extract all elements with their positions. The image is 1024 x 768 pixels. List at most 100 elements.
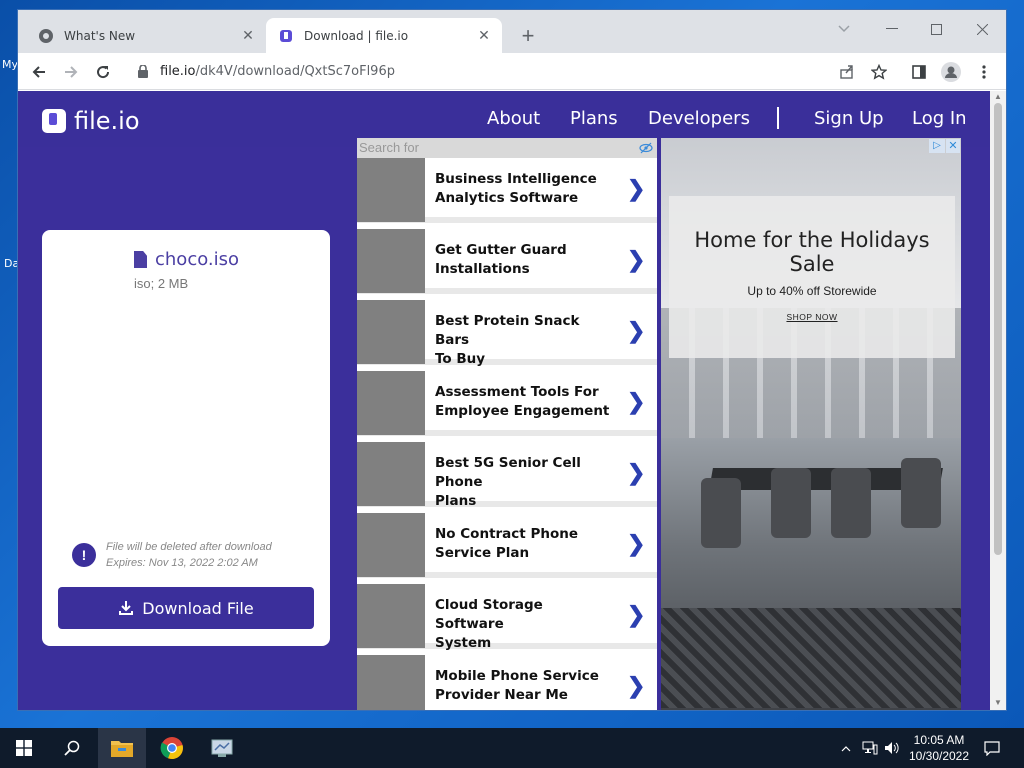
ad-link[interactable]: Assessment Tools For Employee Engagement … (357, 371, 657, 436)
tab-strip: What's New ✕ Download | file.io ✕ + (18, 10, 1006, 53)
fileio-icon (278, 28, 294, 44)
start-button[interactable] (0, 728, 48, 768)
tab-download-fileio[interactable]: Download | file.io ✕ (266, 18, 502, 53)
show-hidden-icons-chevron-icon[interactable] (838, 741, 854, 755)
forward-button[interactable] (58, 59, 84, 85)
file-card: choco.iso iso; 2 MB ! File will be delet… (42, 230, 330, 646)
back-button[interactable] (26, 59, 52, 85)
file-name: choco.iso (134, 249, 239, 270)
close-window-button[interactable] (964, 16, 1000, 42)
ad-link[interactable]: Business Intelligence Analytics Software … (357, 158, 657, 223)
ad-chair (701, 478, 741, 548)
ad-link[interactable]: Mobile Phone Service Provider Near Me ❯ (357, 655, 657, 710)
logo-text: file.io (74, 107, 140, 135)
volume-icon[interactable] (882, 741, 902, 755)
chrome-icon (38, 28, 54, 44)
taskbar-clock[interactable]: 10:05 AM 10/30/2022 (900, 732, 978, 764)
nav-about[interactable]: About (487, 108, 540, 129)
chevron-right-icon: ❯ (627, 389, 646, 414)
desktop-icon-label[interactable]: Da (4, 257, 19, 270)
ad-choices-icon[interactable]: ▷ (929, 139, 945, 153)
ad-thumbnail (357, 229, 425, 293)
chevron-right-icon: ❯ (627, 176, 646, 201)
scrollbar-thumb[interactable] (994, 103, 1002, 555)
ad-link[interactable]: Best 5G Senior Cell Phone Plans ❯ (357, 442, 657, 509)
download-file-button[interactable]: Download File (58, 587, 314, 629)
nav-developers[interactable]: Developers (648, 108, 750, 129)
system-tray (838, 728, 902, 768)
search-button[interactable] (48, 728, 96, 768)
browser-window: What's New ✕ Download | file.io ✕ + file… (18, 10, 1006, 710)
tab-search-icon[interactable] (826, 16, 862, 42)
document-icon (134, 251, 147, 268)
ad-link[interactable]: Cloud Storage Software System ❯ (357, 584, 657, 651)
notification-icon (984, 741, 1000, 756)
file-meta: iso; 2 MB (134, 276, 189, 291)
app-taskbar-button[interactable] (198, 728, 246, 768)
maximize-button[interactable] (918, 16, 954, 42)
ad-headline: Home for the Holidays Sale (694, 228, 930, 276)
page-content: file.io About Plans Developers Sign Up L… (18, 91, 990, 710)
side-panel-icon[interactable] (906, 59, 932, 85)
ad-thumbnail (357, 584, 425, 648)
scroll-up-arrow-icon[interactable]: ▲ (994, 93, 1002, 101)
windows-taskbar: 10:05 AM 10/30/2022 (0, 728, 1024, 768)
tab-title: What's New (64, 28, 136, 43)
close-tab-icon[interactable]: ✕ (474, 26, 494, 46)
nav-divider (777, 107, 779, 129)
ad-thumbnail (357, 371, 425, 435)
sponsored-search-ads: Search for Business Intelligence Analytic… (357, 138, 657, 710)
ad-chair (901, 458, 941, 528)
profile-avatar-icon[interactable] (938, 59, 964, 85)
minimize-button[interactable] (874, 16, 910, 42)
fileio-logo[interactable]: file.io (42, 107, 140, 135)
action-center-button[interactable] (974, 728, 1010, 768)
address-bar[interactable]: file.io/dk4V/download/QxtSc7oFl96p (128, 57, 888, 86)
chrome-taskbar-button[interactable] (148, 728, 196, 768)
new-tab-button[interactable]: + (516, 24, 540, 48)
ad-thumbnail (357, 158, 425, 222)
notice-line: File will be deleted after download (106, 541, 272, 553)
holiday-sale-ad-banner[interactable]: Home for the Holidays Sale Up to 40% off… (661, 138, 961, 710)
desktop-icon-label[interactable]: My (2, 58, 18, 71)
chevron-right-icon: ❯ (627, 460, 646, 485)
nav-sign-up[interactable]: Sign Up (814, 108, 884, 129)
shop-now-link[interactable]: SHOP NOW (669, 312, 955, 322)
nav-plans[interactable]: Plans (570, 108, 618, 129)
close-tab-icon[interactable]: ✕ (238, 26, 258, 46)
chevron-right-icon: ❯ (627, 247, 646, 272)
ad-chair (771, 468, 811, 538)
network-app-icon (211, 739, 233, 757)
tab-title: Download | file.io (304, 28, 409, 43)
file-explorer-taskbar-button[interactable] (98, 728, 146, 768)
reload-button[interactable] (90, 59, 116, 85)
chevron-right-icon: ❯ (627, 602, 646, 627)
chrome-icon (160, 737, 183, 760)
fileio-logo-icon (42, 109, 66, 133)
lock-icon[interactable] (138, 65, 152, 79)
ad-link[interactable]: No Contract Phone Service Plan ❯ (357, 513, 657, 578)
folder-icon (111, 741, 133, 757)
tab-whats-new[interactable]: What's New ✕ (26, 18, 266, 53)
bookmark-star-icon[interactable] (866, 59, 892, 85)
expiry-notice: ! File will be deleted after download Ex… (72, 539, 272, 571)
nav-log-in[interactable]: Log In (912, 108, 967, 129)
download-icon (119, 601, 134, 615)
ad-link[interactable]: Best Protein Snack Bars To Buy ❯ (357, 300, 657, 367)
ad-rug (661, 608, 961, 708)
ad-link[interactable]: Get Gutter Guard Installations ❯ (357, 229, 657, 294)
ad-thumbnail (357, 513, 425, 577)
clock-time: 10:05 AM (913, 733, 965, 747)
search-icon (64, 740, 80, 756)
ad-thumbnail (357, 655, 425, 710)
scroll-down-arrow-icon[interactable]: ▼ (994, 699, 1002, 707)
chevron-right-icon: ❯ (627, 673, 646, 698)
page-scrollbar[interactable]: ▲ ▼ (990, 91, 1006, 710)
close-ad-icon[interactable]: ✕ (946, 139, 960, 153)
network-icon[interactable] (858, 741, 882, 755)
share-icon[interactable] (834, 59, 860, 85)
url-text[interactable]: file.io/dk4V/download/QxtSc7oFl96p (160, 64, 395, 79)
menu-kebab-icon[interactable] (971, 59, 997, 85)
ad-choices-eye-icon[interactable] (639, 141, 653, 155)
ad-thumbnail (357, 300, 425, 364)
